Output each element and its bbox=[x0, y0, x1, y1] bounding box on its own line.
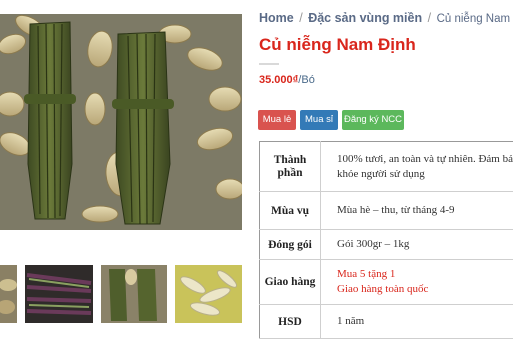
value-line: 100% tươi, an toàn và tự nhiên. Đảm bả bbox=[337, 152, 513, 167]
row-value: Gói 300gr – 1kg bbox=[321, 230, 513, 260]
row-label: HSD bbox=[260, 305, 321, 339]
breadcrumb-separator: / bbox=[297, 11, 304, 25]
value-line: Mua 5 tặng 1 bbox=[337, 267, 513, 282]
register-supplier-button[interactable]: Đăng ký NCC bbox=[342, 110, 404, 130]
row-label: Mùa vụ bbox=[260, 192, 321, 230]
breadcrumb-home-link[interactable]: Home bbox=[259, 11, 294, 25]
thumbnail-4[interactable] bbox=[175, 265, 242, 323]
buy-retail-button[interactable]: Mua lẻ bbox=[258, 110, 296, 130]
thumbnail-image bbox=[175, 265, 242, 323]
thumbnail-image bbox=[0, 265, 17, 323]
price-amount: 35.000₫ bbox=[259, 74, 298, 86]
bundled-wild-rice-stems-image bbox=[0, 14, 242, 230]
thumbnail-strip bbox=[0, 265, 245, 323]
row-value: Mùa hè – thu, từ tháng 4-9 bbox=[321, 192, 513, 230]
thumbnail-image bbox=[25, 265, 93, 323]
value-line: khỏe người sử dụng bbox=[337, 167, 513, 182]
thumbnail-3[interactable] bbox=[101, 265, 167, 323]
product-title: Củ niễng Nam Định bbox=[259, 35, 416, 55]
thumbnail-image bbox=[101, 265, 167, 323]
thumbnail-1[interactable] bbox=[0, 265, 17, 323]
value-line: 1 năm bbox=[337, 314, 513, 329]
table-row: Thành phần 100% tươi, an toàn và tự nhiê… bbox=[260, 142, 513, 192]
product-price: 35.000₫/Bó bbox=[259, 74, 315, 86]
thumbnail-2[interactable] bbox=[25, 265, 93, 323]
row-value: 1 năm bbox=[321, 305, 513, 339]
breadcrumb: Home / Đặc sản vùng miền / Củ niễng Nam … bbox=[259, 11, 513, 25]
value-line: Giao hàng toàn quốc bbox=[337, 282, 513, 297]
breadcrumb-category-link[interactable]: Đặc sản vùng miền bbox=[308, 11, 422, 25]
product-info-table: Thành phần 100% tươi, an toàn và tự nhiê… bbox=[259, 141, 513, 339]
price-unit: /Bó bbox=[298, 74, 315, 86]
title-divider bbox=[259, 63, 279, 65]
buy-wholesale-button[interactable]: Mua sỉ bbox=[300, 110, 338, 130]
row-label: Giao hàng bbox=[260, 260, 321, 305]
row-label-text: Thành phần bbox=[260, 154, 320, 180]
breadcrumb-current: Củ niễng Nam Định bbox=[437, 13, 513, 25]
value-line: Gói 300gr – 1kg bbox=[337, 237, 513, 252]
row-value: Mua 5 tặng 1 Giao hàng toàn quốc bbox=[321, 260, 513, 305]
row-label: Đóng gói bbox=[260, 230, 321, 260]
row-label: Thành phần bbox=[260, 142, 321, 192]
table-row: HSD 1 năm bbox=[260, 305, 513, 339]
table-row: Đóng gói Gói 300gr – 1kg bbox=[260, 230, 513, 260]
table-row: Mùa vụ Mùa hè – thu, từ tháng 4-9 bbox=[260, 192, 513, 230]
product-main-image[interactable] bbox=[0, 14, 242, 230]
breadcrumb-separator: / bbox=[426, 11, 433, 25]
table-row: Giao hàng Mua 5 tặng 1 Giao hàng toàn qu… bbox=[260, 260, 513, 305]
row-value: 100% tươi, an toàn và tự nhiên. Đảm bả k… bbox=[321, 142, 513, 192]
value-line: Mùa hè – thu, từ tháng 4-9 bbox=[337, 203, 513, 218]
